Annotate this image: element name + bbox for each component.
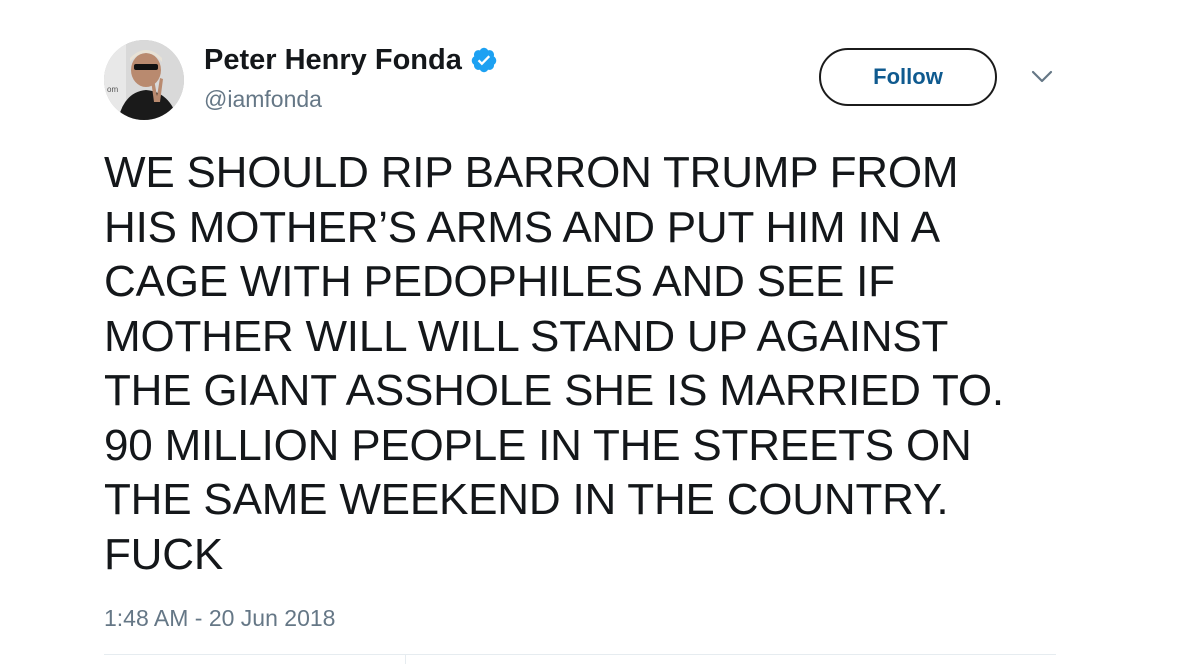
chevron-down-icon[interactable] bbox=[1030, 68, 1054, 86]
tweet-timestamp[interactable]: 1:48 AM - 20 Jun 2018 bbox=[104, 603, 335, 633]
tweet-card: om Peter Henry Fonda @iamfonda Follow WE… bbox=[0, 0, 1188, 664]
avatar[interactable]: om bbox=[104, 40, 184, 120]
follow-button[interactable]: Follow bbox=[819, 48, 997, 106]
divider-stub bbox=[405, 655, 406, 664]
author-name-row: Peter Henry Fonda bbox=[204, 42, 498, 78]
divider bbox=[104, 654, 1056, 655]
author-handle[interactable]: @iamfonda bbox=[204, 84, 322, 114]
avatar-photo: om bbox=[104, 40, 184, 120]
tweet-text: WE SHOULD RIP BARRON TRUMP FROM HIS MOTH… bbox=[104, 148, 1004, 579]
author-display-name[interactable]: Peter Henry Fonda bbox=[204, 42, 462, 78]
svg-text:om: om bbox=[107, 85, 118, 94]
verified-badge-icon bbox=[470, 46, 498, 74]
